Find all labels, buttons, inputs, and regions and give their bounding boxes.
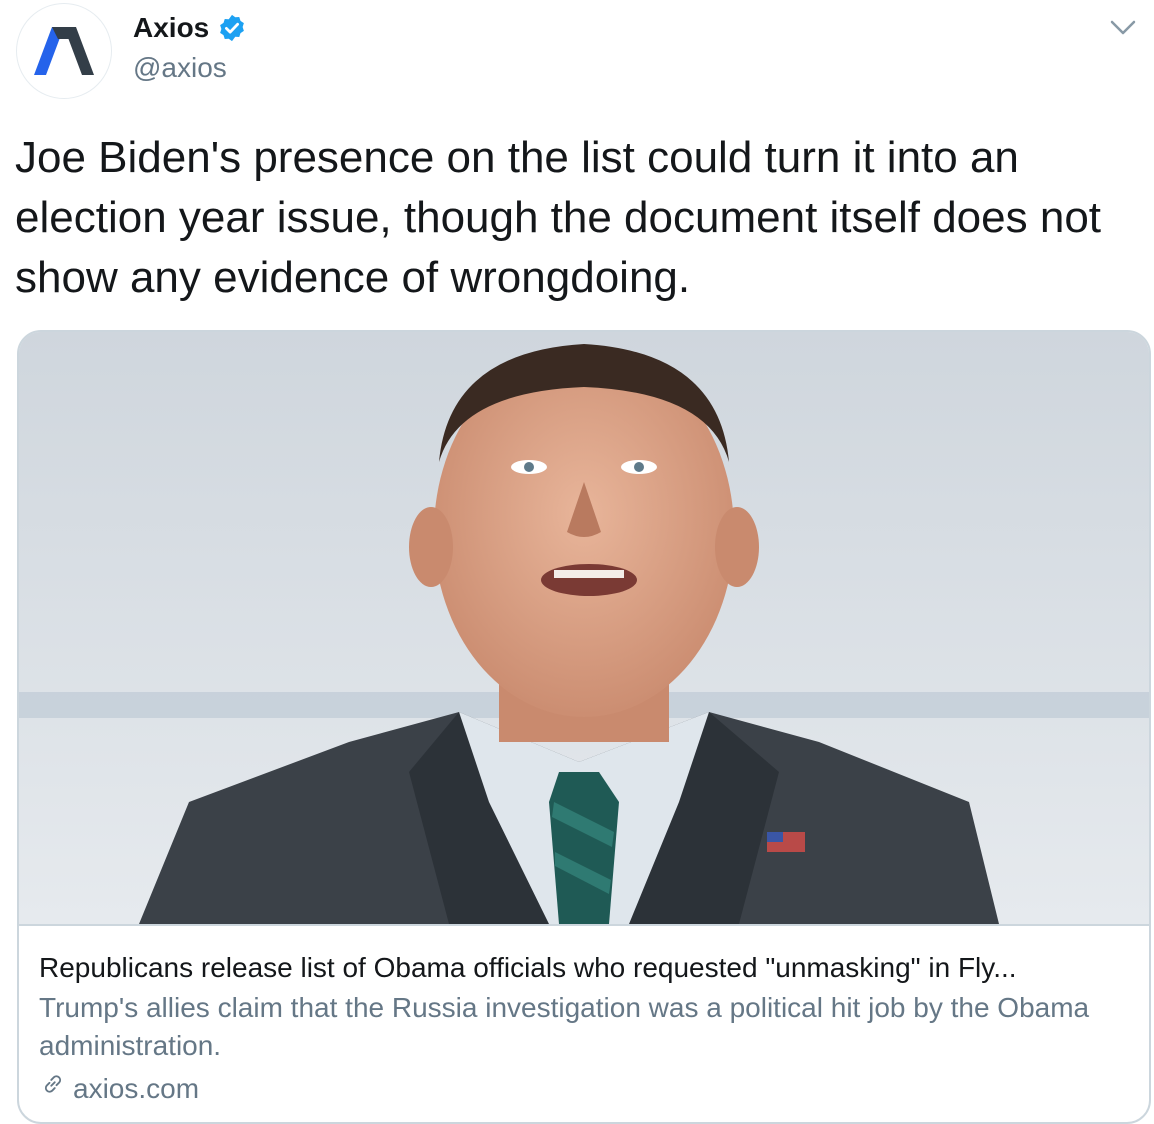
card-description: Trump's allies claim that the Russia inv… xyxy=(39,992,1090,1061)
avatar[interactable] xyxy=(16,3,112,99)
card-title[interactable]: Republicans release list of Obama offici… xyxy=(39,949,1119,987)
verified-badge-icon xyxy=(217,13,247,43)
tweet-text: Joe Biden's presence on the list could t… xyxy=(15,133,1102,302)
article-photo xyxy=(19,332,1149,924)
card-domain: axios.com xyxy=(73,1073,200,1104)
author-name[interactable]: Axios xyxy=(133,12,209,44)
axios-logo-icon xyxy=(34,27,94,75)
card-domain-row[interactable]: axios.com xyxy=(39,1070,199,1108)
card-image[interactable] xyxy=(19,332,1149,926)
link-icon xyxy=(39,1070,67,1108)
chevron-down-icon[interactable] xyxy=(1108,12,1138,42)
author-name-row[interactable]: Axios xyxy=(133,12,247,44)
author-handle[interactable]: @axios xyxy=(133,52,227,84)
link-card[interactable]: Republicans release list of Obama offici… xyxy=(17,330,1151,1124)
